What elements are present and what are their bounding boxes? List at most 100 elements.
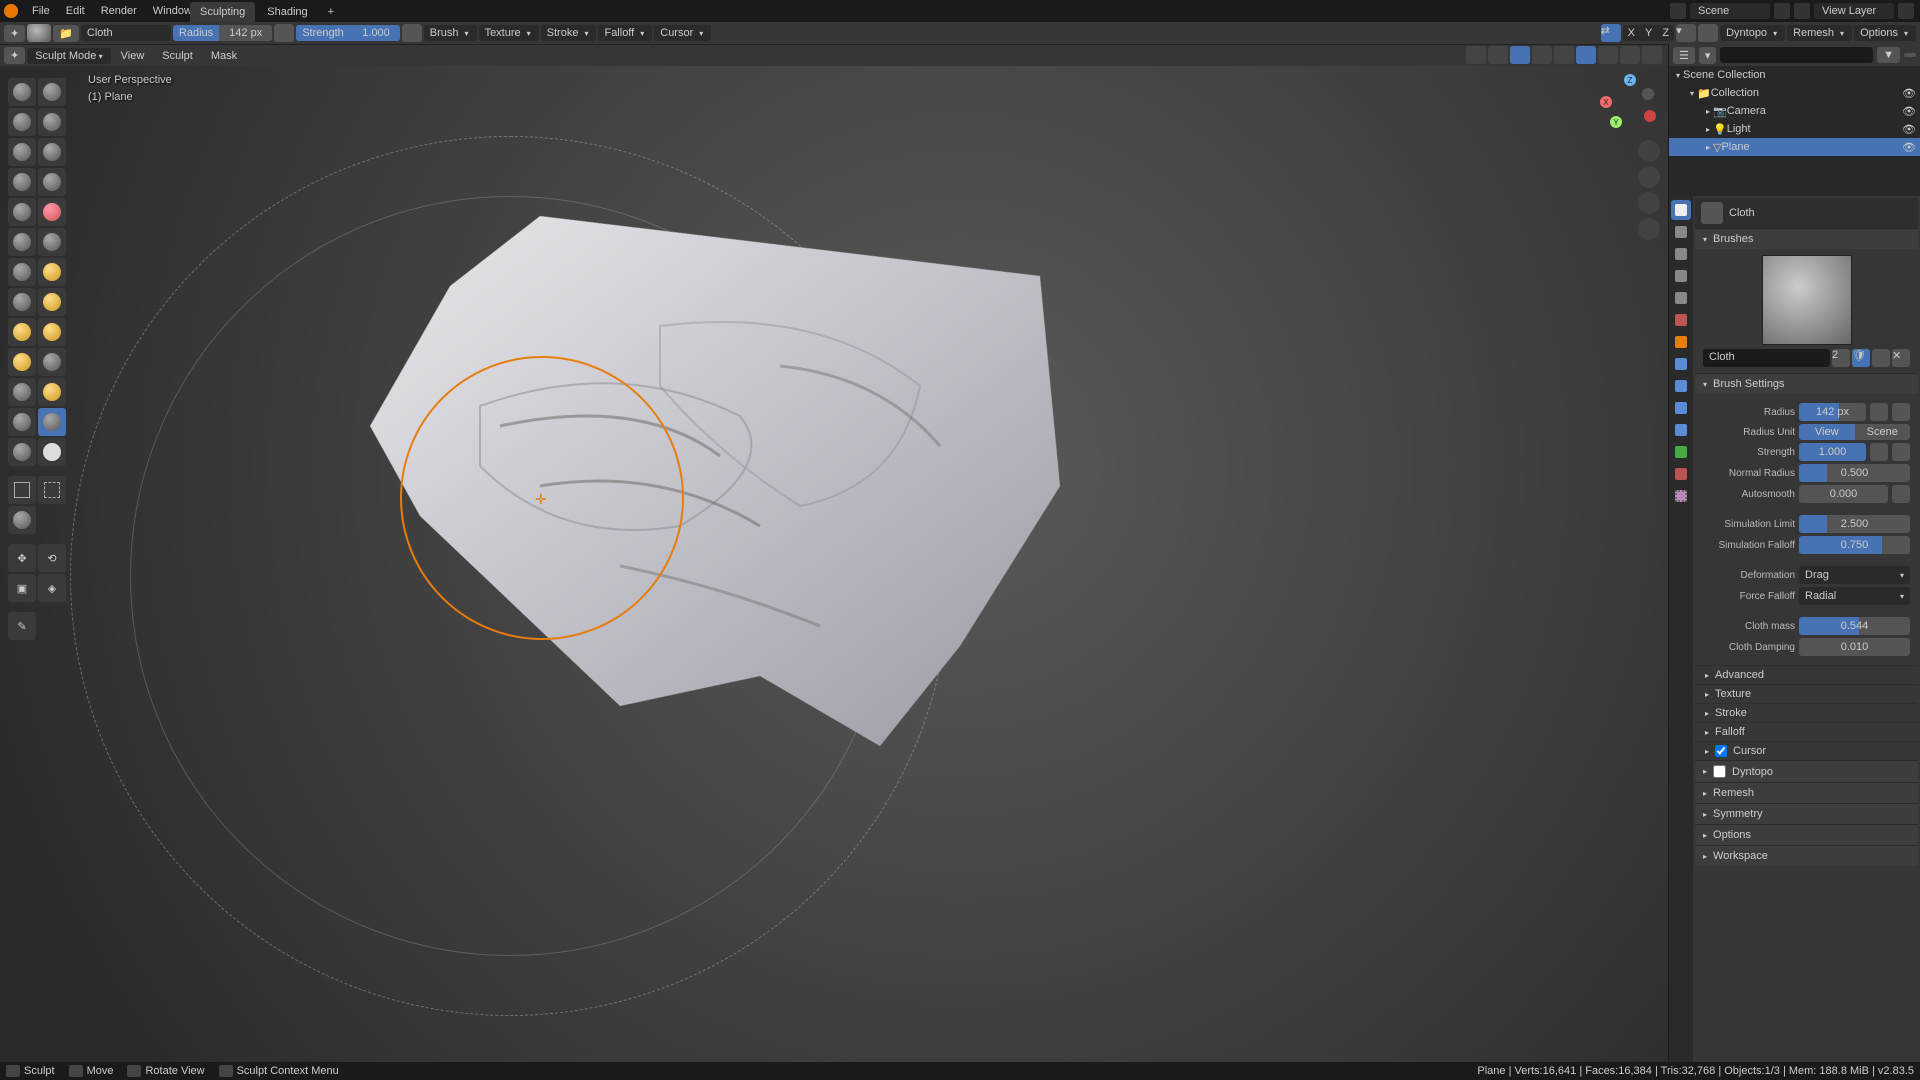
fld-normal-radius[interactable]: 0.500 <box>1799 464 1910 482</box>
fld-sim-limit[interactable]: 2.500 <box>1799 515 1910 533</box>
viewlayer-browse-icon[interactable] <box>1794 3 1810 19</box>
falloff-dropdown[interactable]: Falloff <box>598 25 652 41</box>
fld-autosmooth[interactable]: 0.000 <box>1799 485 1888 503</box>
tool-draw[interactable] <box>8 78 36 106</box>
radius-pressure-icon[interactable] <box>274 24 294 42</box>
sym-x[interactable]: X <box>1623 25 1640 41</box>
menu-file[interactable]: File <box>24 3 58 19</box>
remesh-dropdown[interactable]: Remesh <box>1787 25 1852 41</box>
gizmo-neg-axis[interactable] <box>1642 88 1654 100</box>
panel-remesh[interactable]: ▸Remesh <box>1695 782 1918 803</box>
outliner-item-light[interactable]: ▸💡Light 👁 <box>1669 120 1920 138</box>
menu-sculpt[interactable]: Sculpt <box>154 48 201 64</box>
facesets-icon[interactable] <box>1698 24 1718 42</box>
tool-rotate-transform[interactable]: ⟲ <box>38 544 66 572</box>
ptab-scene[interactable] <box>1671 288 1691 308</box>
autosmooth-pen-icon[interactable] <box>1892 485 1910 503</box>
tool-blob[interactable] <box>38 168 66 196</box>
ptab-output[interactable] <box>1671 244 1691 264</box>
ptab-mesh[interactable] <box>1671 442 1691 462</box>
ptab-constraints[interactable] <box>1671 420 1691 440</box>
panel-advanced[interactable]: ▸Advanced <box>1695 665 1918 684</box>
menu-mask[interactable]: Mask <box>203 48 245 64</box>
menu-view[interactable]: View <box>113 48 153 64</box>
brush-datablock-name[interactable]: Cloth <box>1703 349 1830 367</box>
visibility-toggle-icon[interactable]: 👁 <box>1902 141 1916 154</box>
tool-clay-strips[interactable] <box>38 108 66 136</box>
gizmo-y-axis[interactable]: Y <box>1610 116 1622 128</box>
ptab-viewlayer[interactable] <box>1671 266 1691 286</box>
tool-layer[interactable] <box>38 138 66 166</box>
shading-solid-icon[interactable] <box>1576 46 1596 64</box>
outliner[interactable]: ▾Scene Collection ▾📁Collection 👁 ▸📷Camer… <box>1669 66 1920 196</box>
ptab-active-tool[interactable] <box>1671 200 1691 220</box>
tool-smooth[interactable] <box>38 198 66 226</box>
tool-slide-relax[interactable] <box>8 408 36 436</box>
symmetry-xyz[interactable]: X Y Z <box>1623 25 1674 41</box>
dyntopo-dropdown[interactable]: Dyntopo <box>1720 25 1785 41</box>
camera-icon[interactable] <box>1638 192 1660 214</box>
mirror-icon[interactable]: ⇄ <box>1601 24 1621 42</box>
tool-fill[interactable] <box>38 228 66 256</box>
shading-options-icon[interactable] <box>1642 46 1662 64</box>
scene-name-field[interactable]: Scene <box>1690 3 1770 19</box>
fake-user-icon[interactable]: 🛡 <box>1852 349 1870 367</box>
outliner-search[interactable] <box>1720 47 1873 63</box>
visibility-toggle-icon[interactable]: 👁 <box>1902 87 1916 100</box>
perspective-icon[interactable] <box>1638 218 1660 240</box>
menu-edit[interactable]: Edit <box>58 3 93 19</box>
dd-deformation[interactable]: Drag <box>1799 566 1910 584</box>
ptab-particles[interactable] <box>1671 376 1691 396</box>
overlay-toggle-icon[interactable] <box>1510 46 1530 64</box>
texture-dropdown[interactable]: Texture <box>479 25 539 41</box>
scene-new-icon[interactable] <box>1774 3 1790 19</box>
ptab-world[interactable] <box>1671 310 1691 330</box>
tool-move[interactable]: ✥ <box>8 544 36 572</box>
cursor-dropdown[interactable]: Cursor <box>654 25 711 41</box>
tool-clay[interactable] <box>8 108 36 136</box>
radius-slider[interactable]: Radius 142 px <box>173 25 272 41</box>
tool-pinch[interactable] <box>8 288 36 316</box>
brush-name-field[interactable]: Cloth <box>81 25 171 41</box>
shading-render-icon[interactable] <box>1620 46 1640 64</box>
panel-texture[interactable]: ▸Texture <box>1695 684 1918 703</box>
view-selectability-icon[interactable] <box>1466 46 1486 64</box>
radius-pen-icon[interactable] <box>1870 403 1888 421</box>
tool-mask[interactable] <box>38 438 66 466</box>
ptab-modifiers[interactable] <box>1671 354 1691 374</box>
tool-box-hide[interactable] <box>38 476 66 504</box>
visibility-toggle-icon[interactable]: 👁 <box>1902 105 1916 118</box>
panel-options[interactable]: ▸Options <box>1695 824 1918 845</box>
tool-cloth[interactable] <box>38 408 66 436</box>
gizmo-x-axis[interactable]: X <box>1600 96 1612 108</box>
visibility-toggle-icon[interactable]: 👁 <box>1902 123 1916 136</box>
strength-slider[interactable]: Strength 1.000 <box>296 25 400 41</box>
radius-lock-icon[interactable] <box>1892 403 1910 421</box>
outliner-item-camera[interactable]: ▸📷Camera 👁 <box>1669 102 1920 120</box>
gizmo-toggle-icon[interactable] <box>1488 46 1508 64</box>
tool-thumb[interactable] <box>8 348 36 376</box>
ptab-physics[interactable] <box>1671 398 1691 418</box>
tool-box-mask[interactable] <box>8 476 36 504</box>
navigation-gizmo[interactable]: Z X Y <box>1600 74 1660 134</box>
brush-users-count[interactable]: 2 <box>1832 349 1850 367</box>
shading-matprev-icon[interactable] <box>1598 46 1618 64</box>
gizmo-z-axis[interactable]: Z <box>1624 74 1636 86</box>
brush-dropdown[interactable]: Brush <box>424 25 477 41</box>
viewlayer-new-icon[interactable] <box>1898 3 1914 19</box>
fld-strength[interactable]: 1.000 <box>1799 443 1866 461</box>
panel-falloff[interactable]: ▸Falloff <box>1695 722 1918 741</box>
outliner-item-plane[interactable]: ▸▽Plane 👁 <box>1669 138 1920 156</box>
panel-brushes[interactable]: ▾Brushes <box>1695 228 1918 249</box>
brush-browse-icon[interactable]: 📁 <box>53 25 79 42</box>
brush-new-icon[interactable] <box>1872 349 1890 367</box>
pan-icon[interactable] <box>1638 166 1660 188</box>
brush-thumb-icon[interactable] <box>27 24 51 42</box>
editor-type-sub-icon[interactable]: ✦ <box>4 47 25 64</box>
radius-unit-toggle[interactable]: ViewScene <box>1799 424 1910 440</box>
tool-draw-sharp[interactable] <box>38 78 66 106</box>
panel-stroke[interactable]: ▸Stroke <box>1695 703 1918 722</box>
fld-sim-falloff[interactable]: 0.750 <box>1799 536 1910 554</box>
options-dropdown[interactable]: Options <box>1854 25 1916 41</box>
workspace-add-button[interactable]: + <box>320 2 342 22</box>
